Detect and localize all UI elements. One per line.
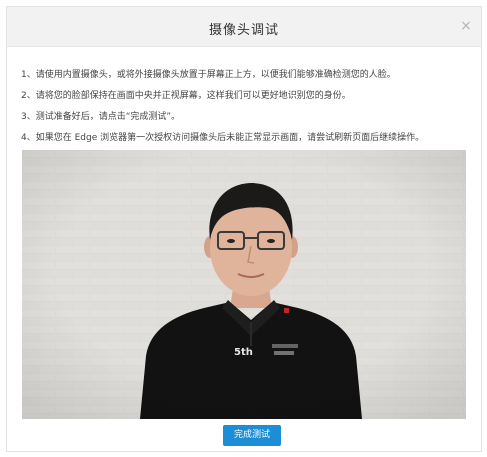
finish-test-button[interactable]: 完成测试 — [223, 425, 281, 446]
camera-preview: 5th — [22, 150, 466, 419]
instruction-item: 1、请使用内置摄像头，或将外接摄像头放置于屏幕正上方，以便我们能够准确检测您的人… — [21, 70, 396, 80]
dialog-title: 摄像头调试 — [208, 23, 279, 38]
instruction-item: 4、如果您在 Edge 浏览器第一次授权访问摄像头后未能正常显示画面，请尝试刷新… — [21, 133, 425, 143]
camera-preview-image: 5th — [22, 150, 466, 419]
instruction-item: 3、测试准备好后，请点击“完成测试”。 — [21, 112, 181, 122]
dialog-header: 摄像头调试 × — [7, 7, 481, 47]
instruction-list: 1、请使用内置摄像头，或将外接摄像头放置于屏幕正上方，以便我们能够准确检测您的人… — [21, 65, 473, 149]
close-icon[interactable]: × — [457, 17, 475, 35]
camera-test-dialog: 摄像头调试 × 1、请使用内置摄像头，或将外接摄像头放置于屏幕正上方，以便我们能… — [6, 6, 482, 452]
instruction-item: 2、请将您的脸部保持在画面中央并正视屏幕，这样我们可以更好地识别您的身份。 — [21, 91, 351, 101]
